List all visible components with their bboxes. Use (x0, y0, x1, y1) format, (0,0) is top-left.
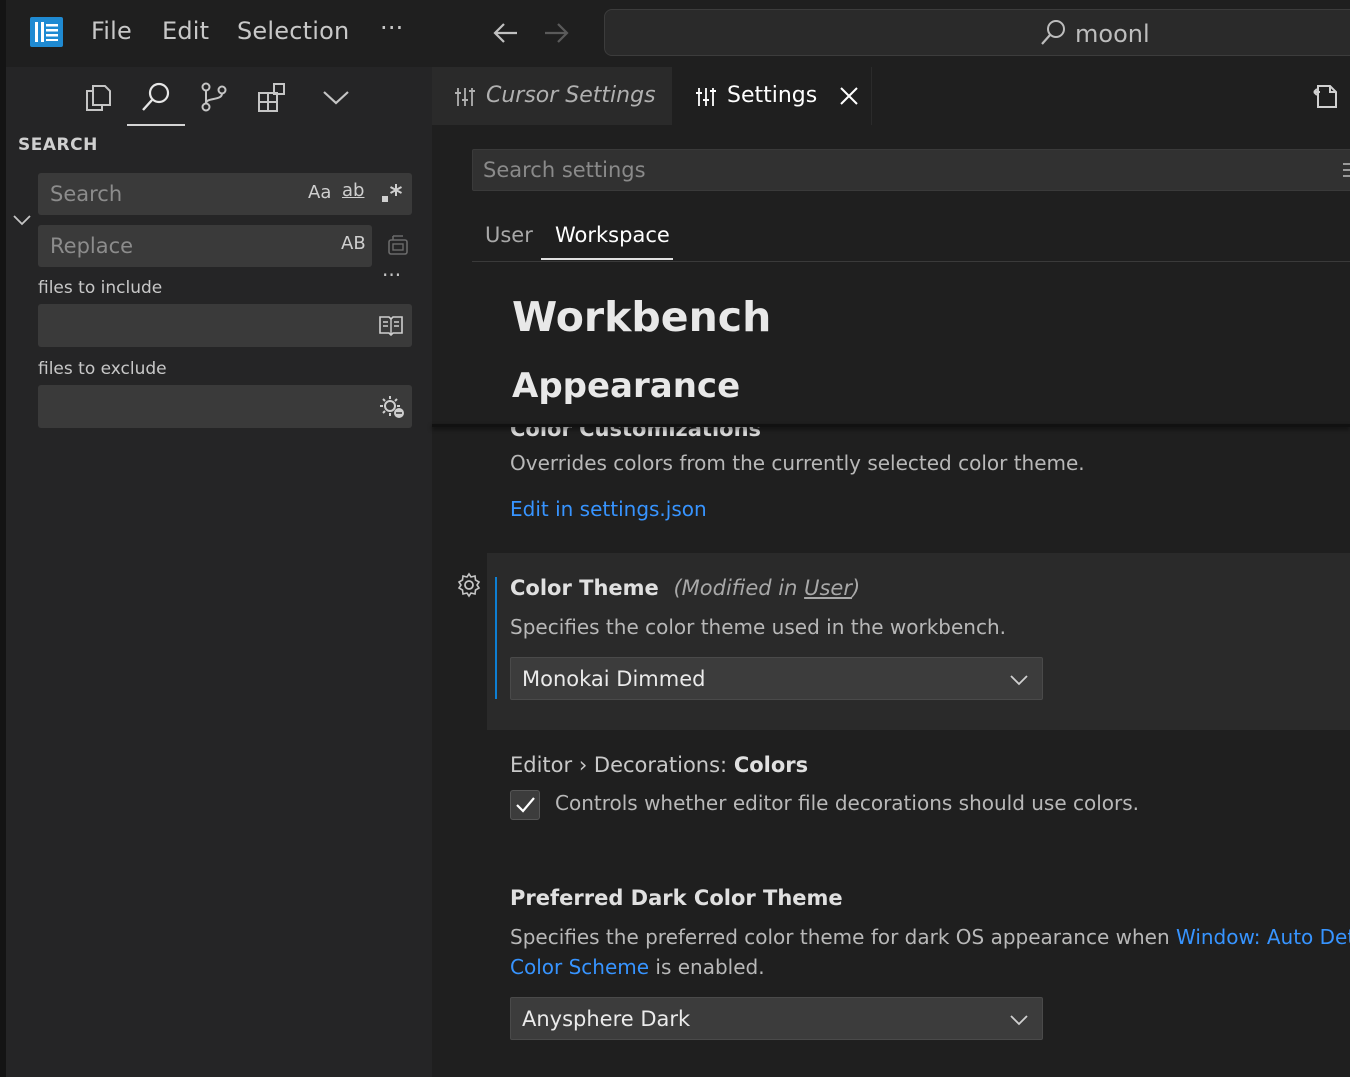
forward-arrow-icon[interactable] (543, 20, 571, 46)
color-theme-title: Color Theme (Modified in User) (510, 576, 860, 600)
open-settings-json-icon[interactable] (1312, 82, 1340, 110)
explorer-icon[interactable] (82, 81, 114, 113)
scope-divider (472, 261, 1350, 262)
color-theme-dropdown[interactable]: Monokai Dimmed (510, 657, 1043, 700)
modified-suffix: ) (851, 576, 861, 600)
open-editors-only-icon[interactable] (378, 313, 404, 337)
preferred-dark-title: Preferred Dark Color Theme (510, 886, 843, 910)
color-theme-name: Color Theme (510, 576, 659, 600)
search-icon (1041, 20, 1065, 45)
close-icon[interactable] (838, 85, 860, 107)
match-case-toggle[interactable]: Aa (308, 182, 331, 203)
settings-sliders-icon (696, 88, 716, 106)
preferred-dark-name: Preferred Dark Color Theme (510, 886, 843, 910)
command-center[interactable]: moonl (604, 9, 1350, 56)
modified-prefix: (Modified in (673, 576, 805, 600)
files-to-include-label: files to include (38, 278, 163, 298)
settings-search-input[interactable]: Search settings (472, 149, 1350, 191)
preferred-dark-dropdown[interactable]: Anysphere Dark (510, 997, 1043, 1040)
dropdown-value: Anysphere Dark (522, 1007, 691, 1031)
section-subheading: Appearance (512, 366, 741, 406)
tab-cursor-settings[interactable]: Cursor Settings (432, 67, 672, 125)
toggle-replace-chevron-icon[interactable] (12, 210, 32, 230)
preferred-dark-description-line2: Color Scheme is enabled. (510, 955, 765, 979)
edit-in-settings-json-link[interactable]: Edit in settings.json (510, 497, 707, 521)
extensions-icon[interactable] (256, 81, 288, 113)
color-scheme-link[interactable]: Color Scheme (510, 955, 649, 979)
checkmark-icon (516, 797, 535, 813)
search-icon[interactable] (140, 81, 172, 113)
filter-icon[interactable] (1341, 160, 1350, 180)
replace-all-icon[interactable] (385, 232, 411, 258)
title-bar: File Edit Selection ··· moonl (0, 0, 1350, 67)
settings-sliders-icon (455, 88, 475, 106)
auto-detect-link[interactable]: Window: Auto Detect (1176, 925, 1350, 949)
decorations-colors-description: Controls whether editor file decorations… (555, 791, 1140, 815)
regex-icon[interactable] (380, 181, 404, 205)
decorations-setting-name: Colors (733, 753, 809, 777)
command-center-query: moonl (1075, 20, 1150, 48)
sticky-header-shadow (432, 424, 1350, 427)
back-arrow-icon[interactable] (491, 20, 519, 46)
desc-text-end: is enabled. (649, 955, 765, 979)
chevron-down-icon (1010, 675, 1028, 686)
toggle-search-details[interactable]: ··· (382, 263, 401, 287)
clipped-title-viewport: Color Customizations (432, 427, 1350, 439)
whole-word-toggle[interactable]: ab (342, 180, 364, 201)
color-theme-description: Specifies the color theme used in the wo… (510, 615, 1007, 639)
tab-label: Settings (727, 83, 818, 108)
active-view-indicator (127, 124, 185, 126)
files-to-include-input[interactable] (38, 304, 412, 347)
modified-scope-link[interactable]: User (804, 576, 852, 600)
modified-indicator: (Modified in User) (673, 576, 860, 600)
preferred-dark-description: Specifies the preferred color theme for … (510, 925, 1350, 949)
menu-selection[interactable]: Selection (237, 17, 349, 45)
menu-more[interactable]: ··· (380, 14, 404, 42)
chevron-down-icon[interactable] (320, 81, 352, 113)
source-control-icon[interactable] (198, 81, 230, 113)
tab-label: Cursor Settings (486, 83, 656, 108)
decorations-category: Editor › Decorations: (510, 753, 734, 777)
settings-editor: Search settings User Workspace Workbench… (432, 125, 1350, 1077)
menu-file[interactable]: File (91, 17, 132, 45)
tab-user-scope[interactable]: User (485, 223, 533, 247)
decorations-colors-checkbox[interactable] (510, 790, 540, 820)
search-input[interactable]: Search Aa ab (38, 173, 412, 215)
color-customizations-description: Overrides colors from the currently sele… (510, 451, 1085, 475)
decorations-colors-title: Editor › Decorations: Colors (510, 753, 808, 777)
settings-search-placeholder: Search settings (483, 158, 646, 182)
chevron-down-icon (1010, 1015, 1028, 1026)
editor-tab-bar: Cursor Settings Settings (432, 67, 1350, 125)
desc-text: Specifies the preferred color theme for … (510, 925, 1176, 949)
replace-input[interactable]: Replace AB (38, 225, 372, 267)
focus-indicator (495, 577, 497, 699)
tab-settings[interactable]: Settings (673, 67, 872, 125)
exclude-settings-icon[interactable] (378, 393, 406, 421)
dropdown-value: Monokai Dimmed (522, 667, 706, 691)
gear-icon[interactable] (456, 572, 482, 598)
tab-workspace-scope[interactable]: Workspace (555, 223, 670, 247)
sidebar-title: SEARCH (18, 135, 98, 155)
color-customizations-title: Color Customizations (510, 427, 762, 439)
menu-edit[interactable]: Edit (162, 17, 209, 45)
search-placeholder: Search (50, 182, 123, 206)
replace-placeholder: Replace (50, 234, 134, 258)
search-sidebar: SEARCH Search Aa ab Replace AB ··· files… (6, 67, 432, 1077)
files-to-exclude-input[interactable] (38, 385, 412, 428)
section-heading: Workbench (512, 293, 772, 341)
active-scope-indicator (541, 258, 673, 260)
files-to-exclude-label: files to exclude (38, 359, 167, 379)
app-logo-icon (30, 17, 63, 47)
preserve-case-toggle[interactable]: AB (341, 233, 366, 254)
